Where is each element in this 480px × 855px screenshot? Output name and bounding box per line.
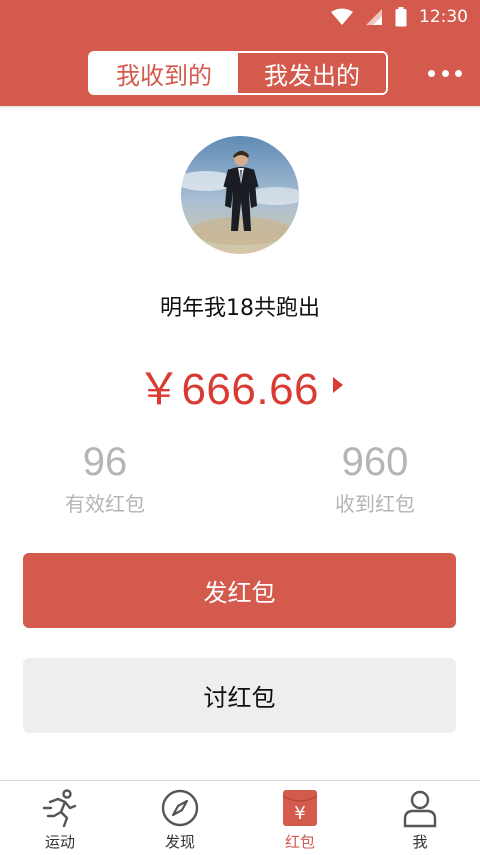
nav-label: 发现 xyxy=(164,833,195,851)
chevron-right-icon xyxy=(333,377,344,393)
status-time: 12:30 xyxy=(419,7,468,27)
status-bar: 12:30 xyxy=(0,0,480,34)
user-name: 明年我18共跑出 xyxy=(160,296,320,321)
signal-icon xyxy=(366,9,382,25)
stat-valid-envelopes: 96 有效红包 xyxy=(25,440,185,517)
nav-item-sport[interactable]: 运动 xyxy=(0,781,120,855)
nav-item-me[interactable]: 我 xyxy=(360,781,480,855)
send-red-envelope-button[interactable]: 发红包 xyxy=(23,553,456,628)
tab-received[interactable]: 我收到的 xyxy=(90,53,238,93)
stat-label: 收到红包 xyxy=(335,492,415,516)
avatar[interactable] xyxy=(181,136,299,254)
nav-label: 红包 xyxy=(284,833,315,851)
more-dot xyxy=(441,69,449,77)
stat-value: 960 xyxy=(341,440,409,484)
ask-red-envelope-button[interactable]: 讨红包 xyxy=(23,658,456,733)
wifi-icon xyxy=(331,8,353,25)
nav-item-discover[interactable]: 发现 xyxy=(120,781,240,855)
status-icons: 12:30 xyxy=(331,6,468,28)
running-icon xyxy=(39,787,81,829)
svg-text:¥: ¥ xyxy=(294,803,305,824)
stat-value: 96 xyxy=(82,440,128,484)
nav-label: 运动 xyxy=(44,833,75,851)
total-amount-link[interactable]: ￥666.66 xyxy=(0,355,480,415)
tab-sent[interactable]: 我发出的 xyxy=(238,53,386,93)
avatar-photo xyxy=(181,136,299,254)
red-envelope-icon: ¥ xyxy=(279,787,321,829)
battery-icon xyxy=(395,7,407,27)
bottom-nav: 运动 发现 ¥ 红包 我 xyxy=(0,780,480,855)
more-dot xyxy=(428,69,435,77)
compass-icon xyxy=(159,787,201,829)
nav-label: 我 xyxy=(412,833,428,851)
total-amount: ￥666.66 xyxy=(136,365,320,414)
more-dot xyxy=(455,69,462,77)
nav-item-red-envelope[interactable]: ¥ 红包 xyxy=(240,781,360,855)
app-header: 12:30 我收到的 我发出的 xyxy=(0,0,480,106)
stat-received-envelopes: 960 收到红包 xyxy=(295,440,455,517)
received-sent-toggle: 我收到的 我发出的 xyxy=(88,51,388,95)
person-icon xyxy=(399,787,441,829)
stat-label: 有效红包 xyxy=(65,492,145,516)
more-dots-icon[interactable] xyxy=(428,68,462,78)
